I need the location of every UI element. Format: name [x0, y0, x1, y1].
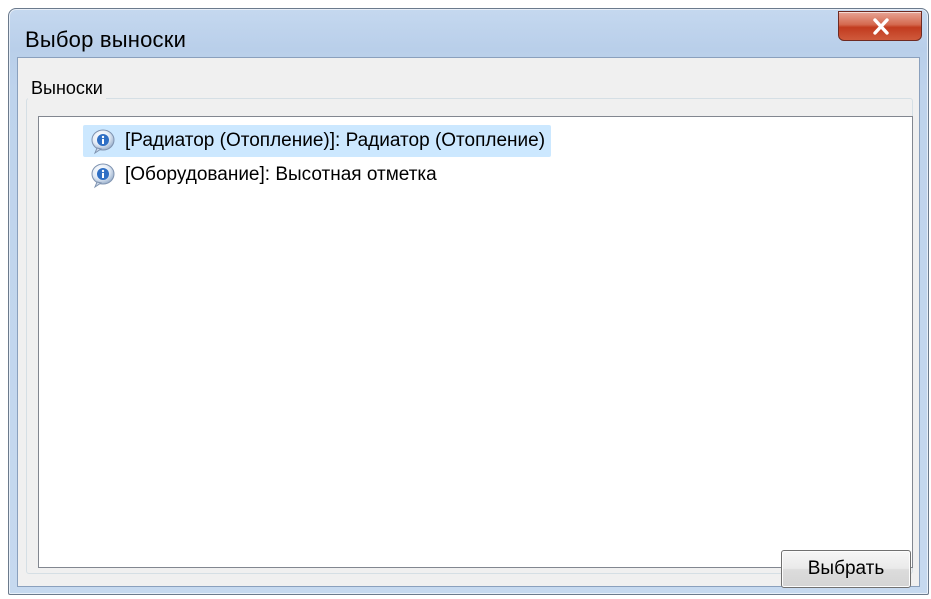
- select-button[interactable]: Выбрать: [781, 550, 911, 588]
- window-title: Выбор выноски: [25, 27, 187, 52]
- dialog-window: Выбор выноски Выноски [Радиатор (Отоплен…: [8, 8, 929, 595]
- groupbox-label: Выноски: [28, 78, 106, 99]
- callouts-list[interactable]: [Радиатор (Отопление)]: Радиатор (Отопле…: [38, 116, 913, 568]
- list-item-label: [Оборудование]: Высотная отметка: [125, 164, 437, 185]
- list-item[interactable]: [Оборудование]: Высотная отметка: [83, 159, 443, 191]
- close-button[interactable]: [838, 11, 922, 41]
- info-icon: [91, 129, 115, 155]
- info-icon: [91, 163, 115, 189]
- list-item-label: [Радиатор (Отопление)]: Радиатор (Отопле…: [125, 130, 546, 151]
- close-icon: [873, 18, 889, 35]
- list-item[interactable]: [Радиатор (Отопление)]: Радиатор (Отопле…: [83, 125, 552, 157]
- dialog-content: Выноски [Радиатор (Отопление)]: Радиатор…: [17, 57, 920, 588]
